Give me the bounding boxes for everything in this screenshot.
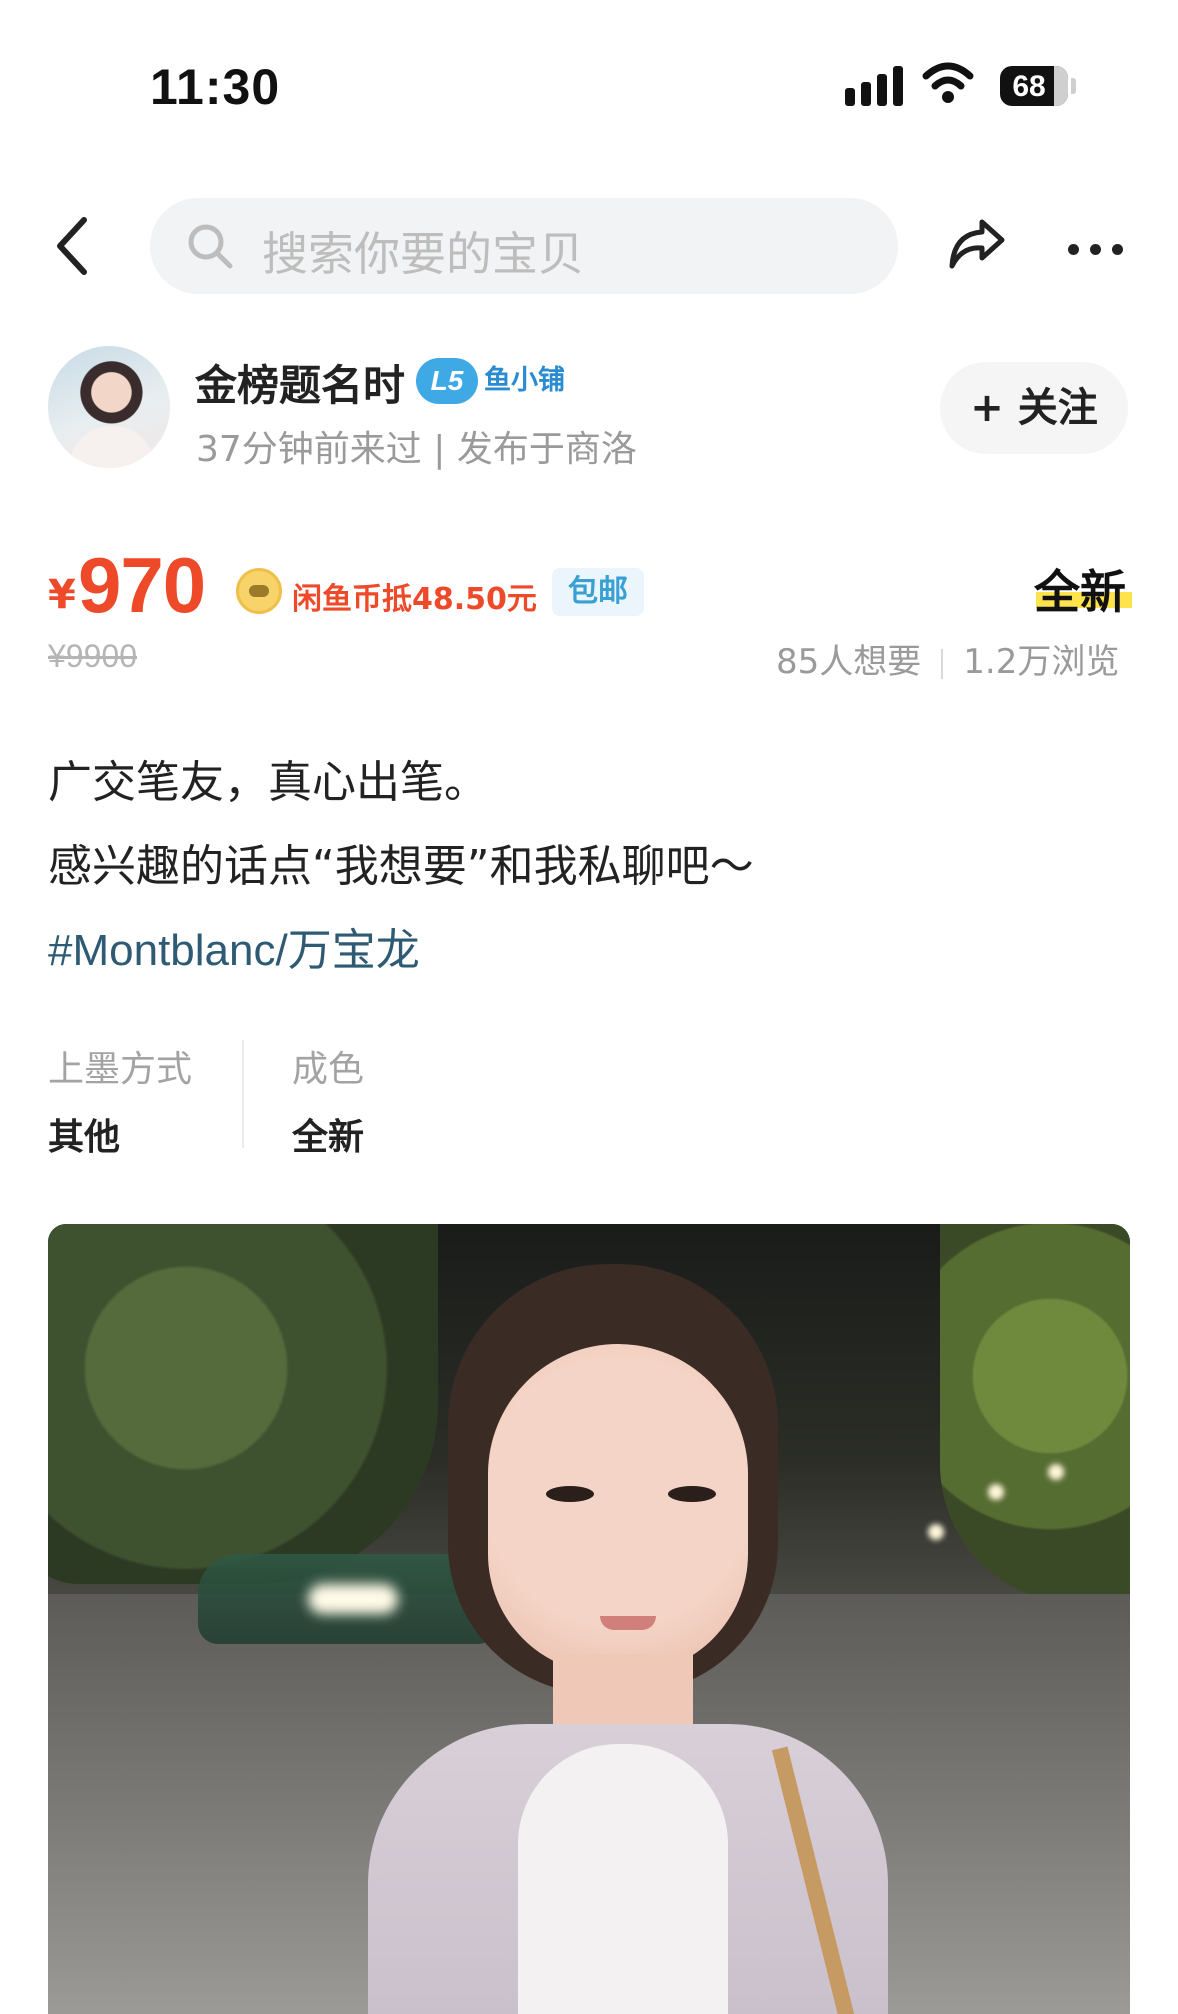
photo-inner-shirt: [518, 1744, 728, 2014]
badge-label: 鱼小铺: [484, 365, 565, 396]
photo-tree-left: [48, 1224, 438, 1584]
description-line-2: 感兴趣的话点“我想要”和我私聊吧～: [48, 841, 754, 892]
share-icon[interactable]: [946, 214, 1008, 274]
search-icon: [188, 224, 233, 269]
photo-street-lamp: [1048, 1464, 1064, 1480]
stats-divider: [941, 648, 944, 679]
free-shipping-tag: 包邮: [552, 568, 644, 616]
condition-label: 全新: [1034, 565, 1126, 619]
battery-cap: [1071, 78, 1076, 94]
battery-level: 68: [1012, 70, 1046, 103]
photo-tree-right: [940, 1224, 1130, 1604]
views-count: 1.2万浏览: [963, 642, 1120, 682]
coin-icon: [236, 568, 282, 614]
photo-mouth: [600, 1616, 656, 1630]
item-stats: 85人想要 1.2万浏览: [776, 634, 1119, 683]
photo-eye-left: [546, 1486, 594, 1502]
attr-value-ink: 其他: [48, 1117, 121, 1158]
attr-divider: [242, 1040, 244, 1148]
signal-icon: [845, 66, 907, 108]
follow-button[interactable]: + 关注: [940, 362, 1128, 454]
more-icon[interactable]: [1068, 240, 1134, 259]
seller-name[interactable]: 金榜题名时: [195, 352, 405, 413]
product-photo[interactable]: [48, 1224, 1130, 2014]
wants-count: 85人想要: [776, 642, 922, 682]
badge-level: L5: [416, 358, 478, 404]
coin-offer[interactable]: 闲鱼币抵48.50元: [292, 574, 537, 618]
search-placeholder: 搜索你要的宝贝: [262, 227, 584, 281]
attr-label-condition: 成色: [292, 1049, 365, 1090]
wifi-icon: [922, 62, 974, 103]
photo-street-lamp: [928, 1524, 944, 1540]
brand-tag[interactable]: #Montblanc/万宝龙: [48, 914, 420, 978]
search-bar[interactable]: 搜索你要的宝贝: [150, 198, 898, 294]
attr-label-ink: 上墨方式: [48, 1049, 193, 1090]
photo-street-lamp: [988, 1484, 1004, 1500]
original-price: ¥9900: [48, 638, 137, 674]
description-line-1: 广交笔友，真心出笔。: [48, 757, 488, 808]
seller-meta: 37分钟前来过 | 发布于商洛: [196, 429, 637, 470]
price-currency: ¥: [48, 572, 76, 618]
status-time: 11:30: [150, 59, 281, 115]
photo-eye-right: [668, 1486, 716, 1502]
photo-car-light: [308, 1584, 398, 1614]
price-value: 970: [78, 541, 206, 629]
seller-avatar[interactable]: [48, 346, 170, 468]
back-icon[interactable]: [52, 216, 92, 276]
attr-value-condition: 全新: [292, 1117, 365, 1158]
battery-icon: 68: [1000, 66, 1068, 106]
